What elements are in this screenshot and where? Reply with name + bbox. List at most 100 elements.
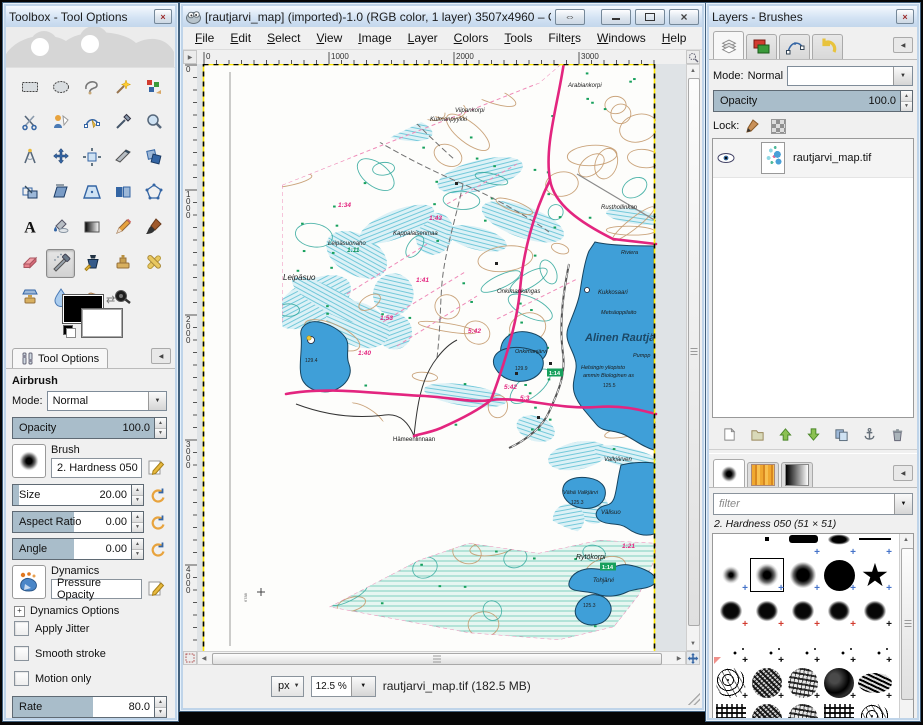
maximize-button[interactable] — [635, 9, 665, 25]
brush-cell-micro[interactable] — [749, 533, 785, 557]
tool-rotate[interactable] — [139, 144, 168, 173]
lock-alpha-icon[interactable] — [771, 119, 786, 134]
tab-tool-options[interactable]: Tool Options — [12, 348, 108, 368]
rate-slider[interactable]: Rate 80.0 — [12, 696, 155, 718]
brush-name-field[interactable]: 2. Hardness 050 — [51, 458, 142, 478]
tool-heal[interactable] — [139, 249, 168, 278]
menu-image[interactable]: Image — [350, 28, 399, 48]
ruler-corner-button[interactable]: ▶ — [183, 50, 197, 64]
delete-layer-button[interactable] — [885, 423, 909, 445]
tool-pencil[interactable] — [108, 214, 137, 243]
layers-titlebar[interactable]: Layers - Brushes × — [709, 6, 917, 27]
menu-colors[interactable]: Colors — [446, 28, 497, 48]
tool-flip[interactable] — [108, 179, 137, 208]
brush-cell-speck[interactable]: + — [857, 629, 893, 665]
quickmask-toggle-button[interactable] — [183, 651, 197, 665]
image-titlebar[interactable]: [rautjarvi_map] (imported)-1.0 (RGB colo… — [183, 6, 702, 27]
tool-ink[interactable] — [77, 249, 106, 278]
tool-foreground-select[interactable] — [46, 109, 75, 138]
tab-paths[interactable] — [779, 34, 810, 59]
zoom-follow-button[interactable] — [686, 50, 700, 64]
brush-cell-dotnet[interactable] — [785, 701, 821, 718]
scroll-left-icon[interactable]: ◀ — [198, 652, 210, 664]
tool-zoom[interactable] — [139, 109, 168, 138]
opacity-slider[interactable]: Opacity 100.0 — [12, 417, 155, 439]
title-extra-button[interactable]: ⇔ — [555, 9, 585, 25]
brush-cell-speck[interactable]: + — [785, 629, 821, 665]
brush-cell-chalk[interactable]: + — [713, 593, 749, 629]
collapse-arrow-button[interactable]: ◀ — [151, 348, 171, 364]
tool-ellipse-select[interactable] — [46, 74, 75, 103]
tool-cage-transform[interactable] — [139, 179, 168, 208]
toolbox-close-button[interactable]: × — [154, 9, 172, 24]
horizontal-ruler[interactable]: 0100020003000 — [197, 50, 686, 65]
brush-cell-star[interactable]: ★+ — [857, 557, 893, 593]
vscroll-thumb[interactable] — [688, 78, 700, 626]
brush-cell-swirl[interactable]: + — [821, 665, 857, 701]
layer-mode-select[interactable]: ▼ — [787, 66, 913, 86]
scroll-right-icon[interactable]: ▶ — [673, 652, 685, 664]
tab-patterns[interactable] — [747, 462, 779, 487]
tool-perspective[interactable] — [77, 179, 106, 208]
tab-undo-history[interactable] — [812, 34, 843, 59]
brush-cell-grid2[interactable] — [821, 701, 857, 718]
tool-color-picker[interactable] — [108, 109, 137, 138]
aspect-ratio-slider[interactable]: Aspect Ratio0.00 — [12, 511, 132, 533]
collapse-arrow-button[interactable]: ◀ — [893, 465, 913, 481]
tool-scale[interactable] — [15, 179, 44, 208]
toolbox-titlebar[interactable]: Toolbox - Tool Options × — [6, 6, 175, 27]
brush-cell-noise[interactable]: + — [749, 665, 785, 701]
tool-measure[interactable] — [15, 144, 44, 173]
rate-spinner[interactable]: ▲▼ — [155, 696, 167, 718]
brush-cell-speck[interactable]: + — [749, 629, 785, 665]
tool-text[interactable]: A — [15, 214, 44, 243]
size-slider[interactable]: Size20.00 — [12, 484, 132, 506]
brush-cell-chalk[interactable]: + — [749, 593, 785, 629]
menu-select[interactable]: Select — [259, 28, 308, 48]
tool-shear[interactable] — [46, 179, 75, 208]
edit-brush-button[interactable] — [145, 456, 167, 478]
lower-layer-button[interactable] — [801, 423, 825, 445]
visibility-eye-icon[interactable] — [717, 152, 735, 164]
brush-cell-oval[interactable]: + — [821, 533, 857, 557]
checkbox-apply-jitter[interactable] — [14, 621, 29, 636]
menu-help[interactable]: Help — [654, 28, 695, 48]
tool-rect-select[interactable] — [15, 74, 44, 103]
brush-cell-blank[interactable] — [713, 533, 749, 557]
dynamics-name-field[interactable]: Pressure Opacity — [51, 579, 142, 599]
brush-thumbnail-button[interactable] — [12, 444, 46, 478]
brush-cell-chalk[interactable]: + — [785, 593, 821, 629]
reset-button[interactable] — [147, 512, 167, 532]
anchor-layer-button[interactable] — [857, 423, 881, 445]
background-color-swatch[interactable] — [82, 309, 122, 337]
checkbox-smooth-stroke[interactable] — [14, 646, 29, 661]
tab-layers[interactable] — [713, 31, 744, 59]
close-window-button[interactable]: × — [669, 9, 699, 25]
tool-paths[interactable] — [77, 109, 106, 138]
layer-opacity-slider[interactable]: Opacity 100.0 — [713, 90, 901, 112]
minimize-button[interactable] — [601, 9, 631, 25]
menu-edit[interactable]: Edit — [222, 28, 259, 48]
tool-bucket-fill[interactable] — [46, 214, 75, 243]
tool-fuzzy-select[interactable] — [108, 74, 137, 103]
tool-airbrush[interactable] — [46, 249, 75, 278]
tab-brushes[interactable] — [713, 459, 745, 487]
tool-select-by-color[interactable] — [139, 74, 168, 103]
reset-button[interactable] — [147, 539, 167, 559]
vertical-scrollbar[interactable]: ▲ ▼ — [686, 64, 700, 651]
scroll-down-icon[interactable]: ▼ — [687, 638, 699, 650]
raise-layer-button[interactable] — [773, 423, 797, 445]
layers-close-button[interactable]: × — [896, 9, 914, 24]
tool-free-select[interactable] — [77, 74, 106, 103]
scroll-up-icon[interactable]: ▲ — [687, 65, 699, 77]
resize-grip[interactable] — [688, 693, 700, 705]
new-group-button[interactable] — [745, 423, 769, 445]
checkbox-motion-only[interactable] — [14, 671, 29, 686]
brush-cell-noise[interactable] — [749, 701, 785, 718]
vertical-ruler[interactable]: 01000200030004000 — [183, 64, 198, 651]
tool-scissors[interactable] — [15, 109, 44, 138]
spinner[interactable]: ▲▼ — [132, 484, 144, 506]
brush-cell-speck[interactable]: + — [821, 629, 857, 665]
brush-cell-line[interactable]: + — [857, 533, 893, 557]
tool-crop[interactable] — [108, 144, 137, 173]
